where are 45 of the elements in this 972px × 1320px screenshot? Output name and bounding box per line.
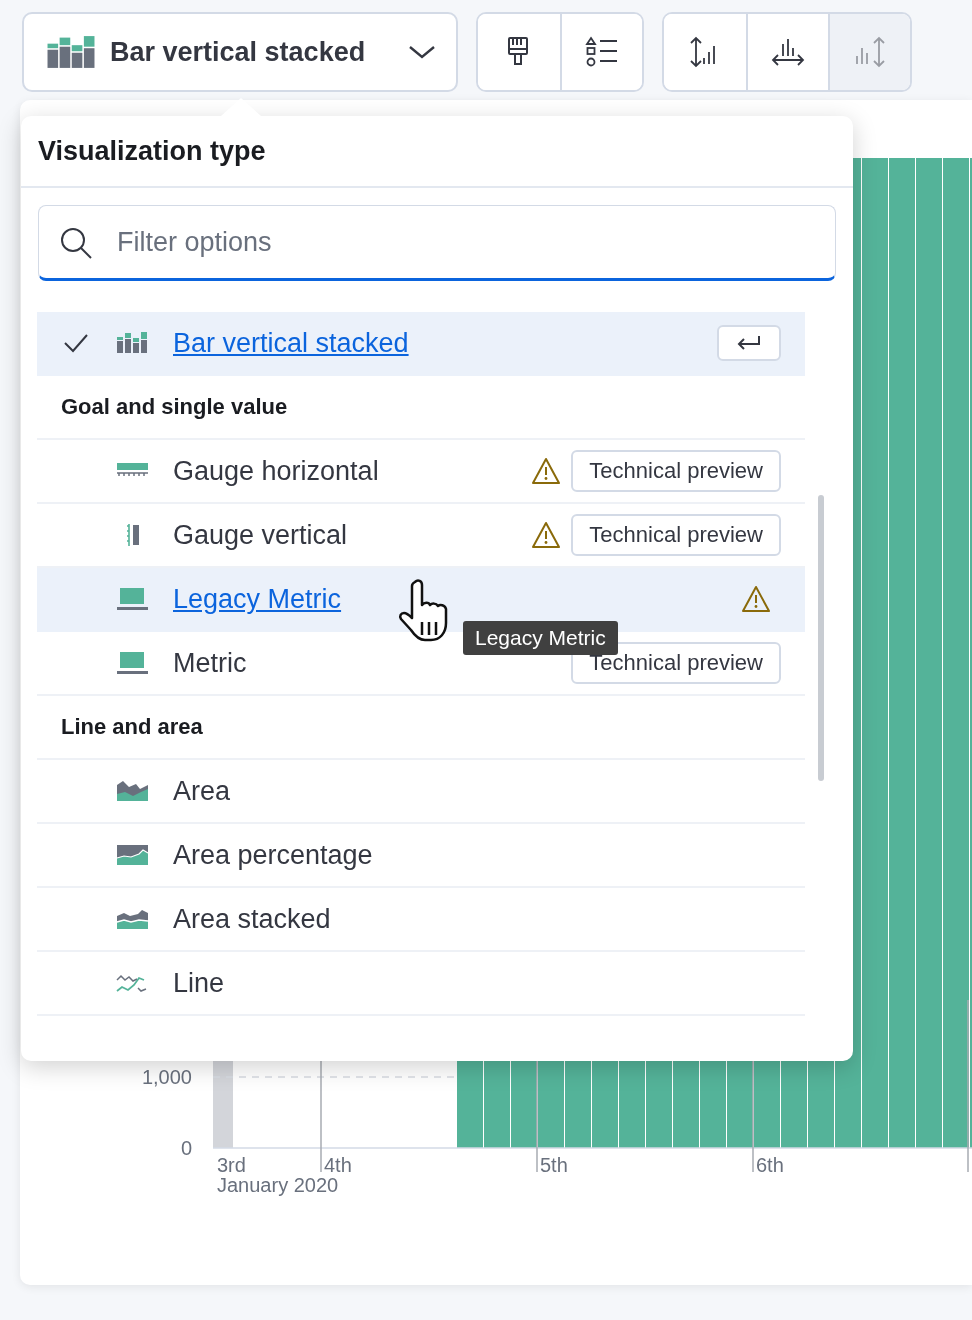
option-row[interactable]: Area percentage [37, 824, 805, 888]
option-label: Area [173, 775, 231, 807]
preview-badge: Technical preview [571, 514, 781, 556]
search-field[interactable]: Filter options [38, 205, 836, 281]
popover-title: Visualization type [21, 116, 853, 188]
option-label: Gauge vertical [173, 519, 348, 551]
metric-icon [116, 651, 149, 675]
list-icon [585, 36, 619, 68]
axis-tick-label: 0 [180, 1137, 192, 1159]
group-heading: Line and area [37, 696, 805, 760]
group-heading: Goal and single value [37, 376, 805, 440]
option-label: Line [173, 967, 225, 999]
vertical-axis-icon [853, 36, 887, 68]
axis-tick-label: 1,000 [141, 1066, 192, 1088]
option-row[interactable]: Line [37, 952, 805, 1016]
bar-chart-icon [116, 331, 149, 355]
area-chart-icon [116, 779, 149, 803]
toolbar-button[interactable] [560, 14, 642, 90]
metric-icon [116, 587, 149, 611]
axis-tick-label: 3rd [217, 1154, 246, 1176]
axis-tick-label: 4th [324, 1154, 352, 1176]
axis-tick-label: 5th [540, 1154, 568, 1176]
check-icon [63, 333, 89, 353]
chart-type-dropdown[interactable]: Bar vertical stacked [22, 12, 458, 92]
gauge-icon [126, 523, 140, 547]
return-key-icon [735, 334, 763, 352]
option-label: Legacy Metric [173, 583, 342, 615]
preview-badge: Technical preview [571, 450, 781, 492]
horizontal-axis-icon [771, 36, 805, 68]
option-label: Area percentage [173, 839, 373, 871]
chevron-down-icon [408, 44, 436, 60]
area-chart-icon [116, 843, 149, 867]
option-row[interactable]: Area [37, 760, 805, 824]
bar-chart-icon [46, 34, 96, 70]
option-label: Metric [173, 647, 247, 679]
option-row[interactable]: Bar vertical stacked [37, 312, 805, 376]
axis-tick-label: 6th [756, 1154, 784, 1176]
axis-title: January 2020 [217, 1174, 339, 1196]
area-chart-icon [116, 907, 149, 931]
search-icon [59, 226, 93, 260]
option-row[interactable]: Gauge horizontal Technical preview [37, 440, 805, 504]
option-label: Area stacked [173, 903, 331, 935]
option-label: Gauge horizontal [173, 455, 379, 487]
option-row[interactable]: Area stacked [37, 888, 805, 952]
option-label: Bar vertical stacked [173, 327, 409, 359]
